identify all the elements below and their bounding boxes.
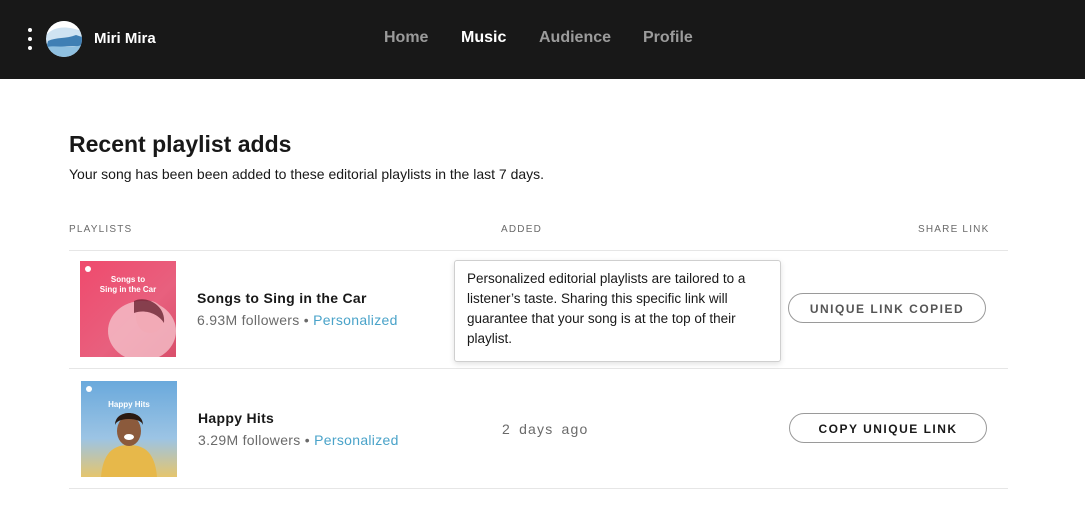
column-header-playlists: PLAYLISTS (69, 224, 133, 235)
added-date: 2 days ago (502, 421, 589, 437)
personalized-tag[interactable]: Personalized (313, 312, 398, 328)
cover-title-line: Songs to (110, 275, 146, 284)
meta-separator: • (303, 312, 309, 328)
playlist-name[interactable]: Happy Hits (198, 410, 274, 426)
user-name[interactable]: Miri Mira (94, 30, 156, 47)
followers-count: 6.93M followers (197, 312, 300, 328)
page-title: Recent playlist adds (69, 131, 292, 157)
cover-title-line: Happy Hits (108, 400, 150, 409)
playlist-cover-songs-to-sing-in-the-car[interactable]: Songs to Sing in the Car (80, 261, 176, 357)
personalized-info-tooltip: Personalized editorial playlists are tai… (454, 260, 781, 362)
kebab-menu-icon[interactable] (24, 27, 36, 51)
playlist-meta: 6.93M followers • Personalized (197, 312, 398, 328)
top-navigation-bar: Miri Mira Home Music Audience Profile (0, 0, 1085, 79)
playlist-cover-happy-hits[interactable]: Happy Hits (81, 381, 177, 477)
personalized-tag[interactable]: Personalized (314, 432, 399, 448)
playlist-meta: 3.29M followers • Personalized (198, 432, 399, 448)
nav-audience[interactable]: Audience (539, 29, 611, 47)
divider (69, 250, 1008, 251)
unique-link-copied-button[interactable]: UNIQUE LINK COPIED (788, 293, 986, 323)
nav-profile[interactable]: Profile (643, 29, 693, 47)
nav-home[interactable]: Home (384, 29, 428, 47)
playlist-name[interactable]: Songs to Sing in the Car (197, 290, 367, 306)
divider (69, 368, 1008, 369)
copy-unique-link-button[interactable]: COPY UNIQUE LINK (789, 413, 987, 443)
cover-title-line: Sing in the Car (99, 285, 157, 294)
page-subtitle: Your song has been been added to these e… (69, 166, 545, 182)
followers-count: 3.29M followers (198, 432, 301, 448)
nav-music[interactable]: Music (461, 29, 506, 47)
avatar[interactable] (46, 21, 82, 57)
column-header-share-link: SHARE LINK (918, 224, 990, 235)
divider (69, 488, 1008, 489)
column-header-added: ADDED (501, 224, 543, 235)
meta-separator: • (304, 432, 310, 448)
